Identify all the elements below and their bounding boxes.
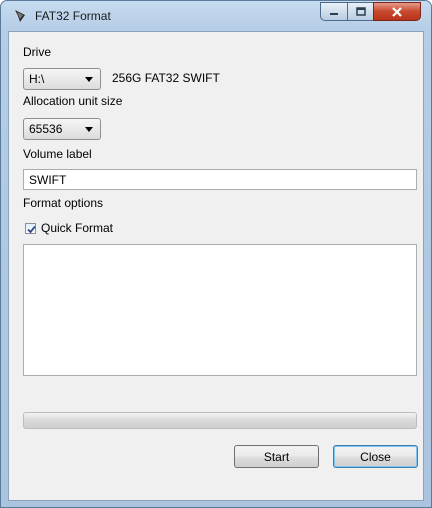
maximize-icon [355, 6, 366, 16]
progress-bar [23, 412, 417, 429]
quick-format-label[interactable]: Quick Format [41, 221, 113, 235]
window-frame: FAT32 Format Drive H:\ 256G FAT32 SWIFT … [0, 0, 432, 508]
dialog-client-area: Drive H:\ 256G FAT32 SWIFT Allocation un… [8, 31, 424, 501]
allocation-select[interactable]: 65536 [23, 118, 101, 140]
drive-select-value: H:\ [29, 72, 45, 86]
title-bar[interactable]: FAT32 Format [1, 1, 431, 31]
volume-label-input[interactable]: SWIFT [23, 169, 417, 190]
close-icon [392, 6, 402, 17]
allocation-select-value: 65536 [29, 122, 63, 136]
minimize-icon [330, 12, 338, 15]
start-button[interactable]: Start [234, 445, 319, 468]
drive-description: 256G FAT32 SWIFT [112, 71, 220, 85]
chevron-down-icon [85, 127, 93, 132]
status-log[interactable] [23, 244, 417, 376]
allocation-label: Allocation unit size [23, 94, 123, 108]
window-title: FAT32 Format [35, 9, 111, 23]
format-options-label: Format options [23, 196, 104, 210]
quick-format-checkbox[interactable] [25, 223, 36, 234]
drive-select[interactable]: H:\ [23, 68, 101, 90]
minimize-button[interactable] [320, 2, 348, 21]
volume-label-caption: Volume label [23, 147, 92, 161]
chevron-down-icon [85, 77, 93, 82]
drive-label: Drive [23, 45, 52, 59]
checkmark-icon [27, 225, 36, 234]
maximize-button[interactable] [347, 2, 374, 21]
app-icon[interactable] [13, 9, 27, 23]
volume-label-value: SWIFT [29, 173, 67, 187]
close-button[interactable]: Close [333, 445, 418, 468]
close-window-button[interactable] [373, 2, 421, 21]
